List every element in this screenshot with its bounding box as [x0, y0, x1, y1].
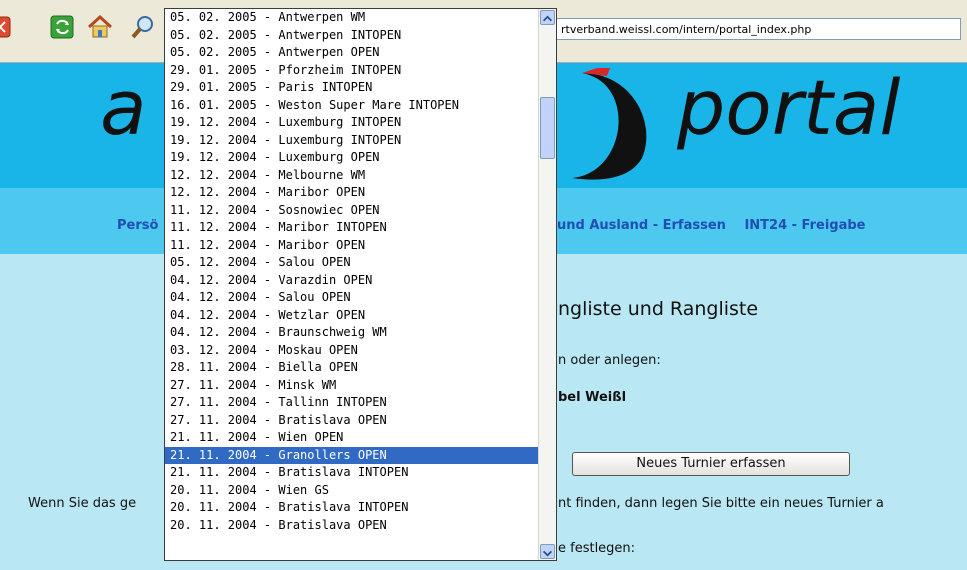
dropdown-option[interactable]: 05. 12. 2004 - Salou OPEN	[165, 254, 539, 272]
nav-item-ausland-erfassen[interactable]: und Ausland - Erfassen	[557, 218, 726, 233]
dropdown-option[interactable]: 12. 12. 2004 - Maribor OPEN	[165, 184, 539, 202]
scroll-down-icon[interactable]	[540, 544, 555, 559]
nav-right-group: und Ausland - Erfassen INT24 - Freigabe	[557, 218, 880, 233]
dropdown-option[interactable]: 27. 11. 2004 - Minsk WM	[165, 377, 539, 395]
logo-swoosh-icon	[572, 68, 647, 180]
dropdown-option[interactable]: 29. 01. 2005 - Paris INTOPEN	[165, 79, 539, 97]
dropdown-option[interactable]: 28. 11. 2004 - Biella OPEN	[165, 359, 539, 377]
paragraph-text-right: nt finden, dann legen Sie bitte ein neue…	[558, 496, 884, 511]
address-bar[interactable]: rtverband.weissl.com/intern/portal_index…	[556, 18, 961, 40]
logo-text-right: portal	[677, 63, 901, 152]
dropdown-option[interactable]: 04. 12. 2004 - Salou OPEN	[165, 289, 539, 307]
dropdown-option[interactable]: 11. 12. 2004 - Maribor OPEN	[165, 237, 539, 255]
scroll-up-icon[interactable]	[540, 10, 555, 25]
user-name: bel Weißl	[558, 390, 627, 405]
dropdown-option[interactable]: 21. 11. 2004 - Granollers OPEN	[165, 446, 539, 464]
dropdown-option[interactable]: 12. 12. 2004 - Melbourne WM	[165, 167, 539, 185]
refresh-icon[interactable]	[48, 12, 78, 42]
home-icon[interactable]	[85, 12, 115, 42]
dropdown-option[interactable]: 20. 11. 2004 - Bratislava INTOPEN	[165, 499, 539, 517]
dropdown-option[interactable]: 03. 12. 2004 - Moskau OPEN	[165, 342, 539, 360]
dropdown-option[interactable]: 04. 12. 2004 - Varazdin OPEN	[165, 272, 539, 290]
scroll-thumb[interactable]	[540, 97, 555, 159]
dropdown-option[interactable]: 05. 02. 2005 - Antwerpen OPEN	[165, 44, 539, 62]
dropdown-option[interactable]: 04. 12. 2004 - Braunschweig WM	[165, 324, 539, 342]
logo-text-left: a	[100, 63, 147, 152]
dropdown-option[interactable]: 27. 11. 2004 - Bratislava OPEN	[165, 412, 539, 430]
dropdown-option[interactable]: 19. 12. 2004 - Luxemburg OPEN	[165, 149, 539, 167]
dropdown-option[interactable]: 21. 11. 2004 - Bratislava INTOPEN	[165, 464, 539, 482]
dropdown-options: 05. 02. 2005 - Antwerpen WM 05. 02. 2005 …	[165, 9, 539, 534]
instruction-text: n oder anlegen:	[558, 353, 661, 368]
paragraph-text-left: Wenn Sie das ge	[28, 496, 137, 511]
dropdown-option[interactable]: 05. 02. 2005 - Antwerpen WM	[165, 9, 539, 27]
dropdown-option[interactable]: 05. 02. 2005 - Antwerpen INTOPEN	[165, 27, 539, 45]
dropdown-option[interactable]: 19. 12. 2004 - Luxemburg INTOPEN	[165, 114, 539, 132]
dropdown-option[interactable]: 20. 11. 2004 - Wien GS	[165, 482, 539, 500]
nav-item-personal[interactable]: Persö	[117, 218, 158, 233]
stop-icon[interactable]	[0, 12, 16, 42]
dropdown-scrollbar[interactable]	[538, 9, 556, 560]
search-icon[interactable]	[128, 12, 158, 42]
nav-item-int24-freigabe[interactable]: INT24 - Freigabe	[744, 218, 865, 233]
dropdown-option[interactable]: 21. 11. 2004 - Wien OPEN	[165, 429, 539, 447]
dropdown-option[interactable]: 11. 12. 2004 - Maribor INTOPEN	[165, 219, 539, 237]
tournament-dropdown-list[interactable]: 05. 02. 2005 - Antwerpen WM 05. 02. 2005 …	[164, 8, 557, 561]
dropdown-option[interactable]: 04. 12. 2004 - Wetzlar OPEN	[165, 307, 539, 325]
section-label: e festlegen:	[558, 541, 636, 556]
dropdown-option[interactable]: 16. 01. 2005 - Weston Super Mare INTOPEN	[165, 97, 539, 115]
dropdown-option[interactable]: 20. 11. 2004 - Bratislava OPEN	[165, 517, 539, 535]
dropdown-option[interactable]: 29. 01. 2005 - Pforzheim INTOPEN	[165, 62, 539, 80]
new-tournament-button[interactable]: Neues Turnier erfassen	[572, 452, 850, 476]
dropdown-option[interactable]: 11. 12. 2004 - Sosnowiec OPEN	[165, 202, 539, 220]
dropdown-option[interactable]: 19. 12. 2004 - Luxemburg INTOPEN	[165, 132, 539, 150]
dropdown-option[interactable]: 27. 11. 2004 - Tallinn INTOPEN	[165, 394, 539, 412]
page-heading: ngliste und Rangliste	[558, 298, 759, 320]
